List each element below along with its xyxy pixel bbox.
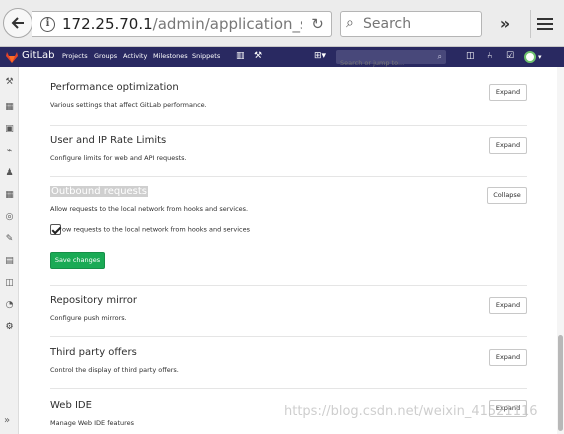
sidebar-item-deploy-keys[interactable]: ▤ [4,256,15,267]
section-title: Repository mirror [50,295,137,306]
section-repository-mirror: Repository mirror Configure push mirrors… [50,295,527,337]
expand-button[interactable]: Expand [489,400,527,417]
sidebar-item-applications[interactable]: ▦ [4,190,15,201]
sidebar-item-labels[interactable]: ◔ [4,300,15,311]
section-title: Web IDE [50,400,92,411]
allow-local-requests-checkbox[interactable] [50,224,61,235]
section-outbound-requests: Outbound requests Allow requests to the … [50,186,527,286]
section-description: Configure push mirrors. [50,314,127,322]
issues-icon[interactable]: ◫ [466,51,475,61]
info-icon[interactable]: i [40,17,55,32]
chart-icon[interactable]: ▥ [236,51,245,61]
sidebar-item-service-templates[interactable]: ◫ [4,278,15,289]
section-title: Third party offers [50,347,137,358]
browser-toolbar: i 172.25.70.1/admin/application_settir ↻… [0,0,564,47]
section-description: Various settings that affect GitLab perf… [50,101,207,109]
chevron-down-icon[interactable]: ▾ [538,53,542,61]
nav-snippets[interactable]: Snippets [192,52,220,60]
expand-button[interactable]: Expand [489,84,527,101]
sidebar-item-settings[interactable]: ⚙ [4,322,15,333]
section-performance: Performance optimization Various setting… [50,82,527,126]
checkbox-label: ow requests to the local network from ho… [62,225,250,234]
sidebar-item-abuse[interactable]: ◎ [4,212,15,223]
wrench-icon[interactable]: ⚒ [254,51,262,61]
nav-projects[interactable]: Projects [62,52,88,60]
url-bar[interactable]: i 172.25.70.1/admin/application_settir [32,11,332,37]
nav-milestones[interactable]: Milestones [153,52,188,60]
gitlab-navbar: GitLab Projects Groups Activity Mileston… [0,47,564,70]
checkbox-row: ow requests to the local network from ho… [50,224,250,235]
expand-button[interactable]: Expand [489,137,527,154]
avatar[interactable] [524,51,536,63]
sidebar-item-monitoring[interactable]: ▣ [4,124,15,135]
todo-icon[interactable]: ☑ [506,51,514,61]
section-rate-limits: User and IP Rate Limits Configure limits… [50,135,527,177]
collapse-button[interactable]: Collapse [487,187,527,204]
sidebar-item-hooks[interactable]: ♟ [4,168,15,179]
expand-button[interactable]: Expand [489,349,527,366]
section-title: User and IP Rate Limits [50,135,167,146]
reload-button[interactable]: ↻ [304,11,332,37]
merge-request-icon[interactable]: ⑃ [487,51,492,61]
sidebar-item-messages[interactable]: ⌁ [4,146,15,157]
reload-icon: ↻ [311,15,324,33]
section-description: Control the display of third party offer… [50,366,179,374]
gitlab-logo-icon[interactable] [5,50,19,64]
page-scrollbar[interactable] [557,67,564,434]
admin-sidebar: ⚒ ▦ ▣ ⌁ ♟ ▦ ◎ ✎ ▤ ◫ ◔ ⚙ » [0,67,19,434]
section-description: Configure limits for web and API request… [50,154,187,162]
section-description: Manage Web IDE features [50,419,135,427]
plus-dropdown-icon[interactable]: ⊞▾ [314,51,326,61]
nav-activity[interactable]: Activity [123,52,147,60]
hamburger-menu-button[interactable] [530,10,558,38]
browser-search-input[interactable] [363,15,478,33]
section-third-party-offers: Third party offers Control the display o… [50,347,527,389]
sidebar-item-grid[interactable]: ▦ [4,102,15,113]
section-web-ide: Web IDE Manage Web IDE features Expand [50,400,527,434]
gitlab-brand[interactable]: GitLab [22,50,55,61]
back-button[interactable] [3,8,33,38]
section-title: Outbound requests [50,186,149,197]
back-arrow-icon [11,17,24,29]
url-text[interactable]: 172.25.70.1/admin/application_settir [62,15,302,33]
search-icon: ⌕ [346,15,354,31]
overflow-chevron-button[interactable]: » [492,12,518,36]
gitlab-search[interactable]: ⌕ [336,50,446,70]
settings-content: Performance optimization Various setting… [19,67,557,434]
sidebar-collapse-icon[interactable]: » [4,415,10,426]
sidebar-item-overview[interactable]: ⚒ [4,77,15,88]
scroll-thumb[interactable] [558,335,563,431]
section-description: Allow requests to the local network from… [50,205,249,213]
sidebar-item-kubernetes[interactable]: ✎ [4,234,15,245]
save-changes-button[interactable]: Save changes [50,252,105,269]
nav-groups[interactable]: Groups [94,52,117,60]
expand-button[interactable]: Expand [489,297,527,314]
browser-search-box[interactable]: ⌕ [340,11,482,37]
section-title: Performance optimization [50,82,179,93]
search-icon: ⌕ [437,52,442,61]
